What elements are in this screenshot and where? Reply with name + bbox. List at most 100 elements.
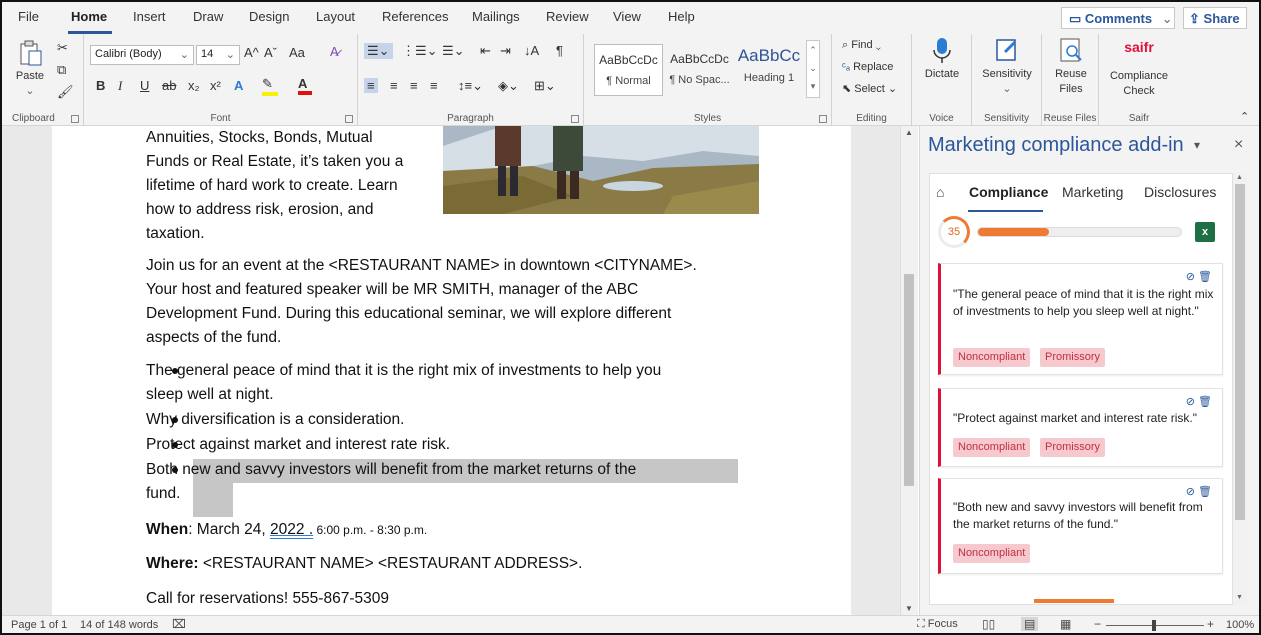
delete-icon[interactable]: 🗑 bbox=[1198, 486, 1212, 498]
action-button-edge[interactable] bbox=[1034, 599, 1114, 603]
ignore-icon[interactable]: ⊘ bbox=[1186, 396, 1195, 408]
comments-button[interactable]: ▭ Comments ⌄ bbox=[1061, 7, 1175, 29]
scroll-up-icon[interactable]: ▲ bbox=[905, 128, 913, 137]
shading-icon[interactable]: ◈⌄ bbox=[498, 78, 519, 94]
format-painter-icon[interactable]: 🖌 bbox=[57, 84, 74, 100]
strikethrough-icon[interactable]: ab bbox=[162, 78, 176, 93]
pane-scroll-up-icon[interactable]: ▲ bbox=[1236, 174, 1243, 181]
replace-icon: ᶜₐ bbox=[842, 61, 850, 73]
web-layout-icon[interactable]: ▦ bbox=[1060, 617, 1071, 631]
ignore-icon[interactable]: ⊘ bbox=[1186, 271, 1195, 283]
paste-button[interactable]: Paste ⌄ bbox=[12, 38, 48, 99]
scroll-down-icon[interactable]: ▼ bbox=[905, 604, 913, 613]
align-center-icon[interactable]: ≡ bbox=[390, 78, 398, 93]
align-right-icon[interactable]: ≡ bbox=[410, 78, 418, 93]
font-size-value: 14 bbox=[201, 48, 214, 60]
pane-scroll-thumb[interactable] bbox=[1235, 184, 1245, 520]
word-count[interactable]: 14 of 148 words bbox=[80, 619, 158, 631]
pane-options-icon[interactable]: ▾ bbox=[1194, 138, 1200, 152]
reuse-files-button[interactable]: Reuse Files bbox=[1044, 36, 1098, 97]
tab-layout[interactable]: Layout bbox=[316, 9, 355, 24]
page-count[interactable]: Page 1 of 1 bbox=[11, 619, 67, 631]
excel-export-icon[interactable]: x bbox=[1195, 222, 1215, 242]
tab-view[interactable]: View bbox=[613, 9, 641, 24]
cut-icon[interactable]: ✂ bbox=[57, 40, 68, 56]
tab-design[interactable]: Design bbox=[249, 9, 289, 24]
borders-icon[interactable]: ⊞⌄ bbox=[534, 78, 556, 94]
select-button[interactable]: ⬉ Select ⌄ bbox=[842, 82, 897, 97]
finding-card[interactable]: ⊘ 🗑 "Protect against market and interest… bbox=[938, 388, 1223, 467]
multilevel-list-icon[interactable]: ☰⌄ bbox=[442, 43, 465, 59]
copy-icon[interactable]: ⧉ bbox=[57, 62, 66, 78]
sort-icon[interactable]: ↓A bbox=[524, 43, 539, 58]
clear-formatting-icon[interactable]: A̷ bbox=[330, 44, 339, 59]
compliance-score: 35 bbox=[938, 216, 970, 248]
styles-gallery-scroll[interactable]: ⌃ ⌄ ▾ bbox=[806, 40, 820, 98]
tab-review[interactable]: Review bbox=[546, 9, 589, 24]
numbering-icon[interactable]: ⋮☰⌄ bbox=[402, 43, 438, 59]
zoom-in-icon[interactable]: + bbox=[1207, 617, 1214, 631]
show-marks-icon[interactable]: ¶ bbox=[556, 43, 563, 58]
italic-icon[interactable]: I bbox=[118, 78, 122, 94]
document-scroll-thumb[interactable] bbox=[904, 274, 914, 486]
bullets-icon[interactable]: ☰⌄ bbox=[364, 43, 393, 59]
tab-home[interactable]: Home bbox=[71, 9, 107, 24]
collapse-ribbon-icon[interactable]: ⌃ bbox=[1240, 110, 1249, 123]
share-button[interactable]: ⇪ Share bbox=[1183, 7, 1247, 29]
underline-icon[interactable]: U bbox=[140, 78, 149, 93]
decrease-indent-icon[interactable]: ⇤ bbox=[480, 43, 491, 59]
subscript-icon[interactable]: x₂ bbox=[188, 78, 200, 93]
tab-file[interactable]: File bbox=[18, 9, 39, 24]
tab-insert[interactable]: Insert bbox=[133, 9, 166, 24]
tab-draw[interactable]: Draw bbox=[193, 9, 223, 24]
compliance-check-button[interactable]: saifr Compliance Check bbox=[1101, 40, 1177, 99]
bullet-item: The general peace of mind that it is the… bbox=[146, 362, 662, 379]
change-case-icon[interactable]: Aa bbox=[289, 45, 305, 60]
sensitivity-button[interactable]: Sensitivity ⌄ bbox=[976, 36, 1038, 97]
read-mode-icon[interactable]: ▯▯ bbox=[982, 617, 995, 631]
line-spacing-icon[interactable]: ↕≡⌄ bbox=[458, 78, 483, 94]
zoom-level[interactable]: 100% bbox=[1226, 619, 1254, 631]
font-launcher-icon[interactable] bbox=[345, 115, 353, 123]
delete-icon[interactable]: 🗑 bbox=[1198, 396, 1212, 408]
style-heading-1[interactable]: AaBbCc Heading 1 bbox=[736, 44, 802, 96]
zoom-slider-thumb[interactable] bbox=[1152, 620, 1156, 631]
home-icon[interactable]: ⌂ bbox=[936, 184, 944, 200]
style-normal[interactable]: AaBbCcDc ¶ Normal bbox=[594, 44, 663, 96]
print-layout-icon[interactable]: ▤ bbox=[1021, 617, 1039, 631]
clipboard-launcher-icon[interactable] bbox=[71, 115, 79, 123]
highlight-icon[interactable]: ✎ bbox=[262, 76, 278, 96]
text-effects-icon[interactable]: A bbox=[234, 78, 243, 93]
superscript-icon[interactable]: x² bbox=[210, 78, 221, 93]
tab-mailings[interactable]: Mailings bbox=[472, 9, 520, 24]
dictate-button[interactable]: Dictate bbox=[916, 36, 968, 82]
font-name-select[interactable]: Calibri (Body) ⌄ bbox=[90, 45, 194, 65]
tab-disclosures[interactable]: Disclosures bbox=[1144, 184, 1216, 200]
delete-icon[interactable]: 🗑 bbox=[1198, 271, 1212, 283]
increase-indent-icon[interactable]: ⇥ bbox=[500, 43, 511, 59]
font-color-icon[interactable]: A bbox=[298, 76, 312, 95]
close-icon[interactable]: × bbox=[1234, 136, 1243, 154]
zoom-out-icon[interactable]: − bbox=[1094, 617, 1101, 631]
font-size-select[interactable]: 14 ⌄ bbox=[196, 45, 240, 65]
finding-card[interactable]: ⊘ 🗑 "Both new and savvy investors will b… bbox=[938, 478, 1223, 574]
tab-references[interactable]: References bbox=[382, 9, 448, 24]
paragraph-launcher-icon[interactable] bbox=[571, 115, 579, 123]
find-button[interactable]: ⌕ Find ⌄ bbox=[842, 38, 881, 53]
replace-button[interactable]: ᶜₐ Replace bbox=[842, 60, 893, 75]
align-left-icon[interactable]: ≡ bbox=[364, 78, 378, 93]
bold-icon[interactable]: B bbox=[96, 78, 105, 93]
justify-icon[interactable]: ≡ bbox=[430, 78, 438, 93]
tab-marketing[interactable]: Marketing bbox=[1062, 184, 1123, 200]
proofing-icon[interactable]: ⌧ bbox=[172, 617, 186, 631]
shrink-font-icon[interactable]: Aˇ bbox=[264, 45, 277, 60]
pane-scroll-down-icon[interactable]: ▼ bbox=[1236, 594, 1243, 601]
ignore-icon[interactable]: ⊘ bbox=[1186, 486, 1195, 498]
styles-launcher-icon[interactable] bbox=[819, 115, 827, 123]
focus-button[interactable]: ⛶ Focus bbox=[917, 618, 958, 631]
tab-compliance[interactable]: Compliance bbox=[969, 184, 1048, 200]
style-no-spacing[interactable]: AaBbCcDc ¶ No Spac... bbox=[665, 44, 734, 96]
finding-card[interactable]: ⊘ 🗑 "The general peace of mind that it i… bbox=[938, 263, 1223, 375]
tab-help[interactable]: Help bbox=[668, 9, 695, 24]
grow-font-icon[interactable]: A^ bbox=[244, 45, 259, 60]
